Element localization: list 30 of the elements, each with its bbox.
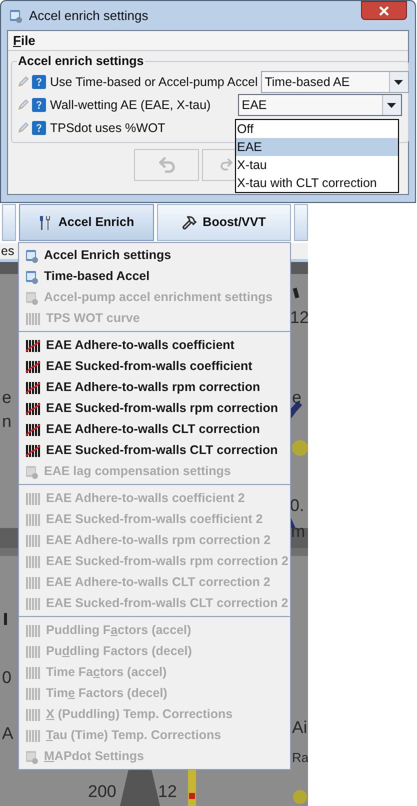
toolbar-button[interactable]: Boost/VVT <box>156 204 292 241</box>
file-menu[interactable]: File <box>13 30 36 50</box>
gauge-label: 200 <box>88 783 116 801</box>
gauge-label: e <box>292 389 302 407</box>
gauge-label: n <box>2 413 12 431</box>
menu-item[interactable]: EAE Sucked-from-walls CLT correction <box>19 440 290 461</box>
setting-label: Use Time-based or Accel-pump Accel <box>50 74 258 91</box>
gauge-label: 0 <box>2 669 12 687</box>
gauge-label: A <box>2 725 14 743</box>
gauge-label: 0. <box>290 497 304 515</box>
gauge-label: Ai <box>292 719 308 737</box>
group-title: Accel enrich settings <box>17 53 145 70</box>
dropdown-option[interactable]: EAE <box>236 138 398 156</box>
menu-item[interactable]: EAE Adhere-to-walls rpm correction <box>19 377 290 398</box>
window-title: Accel enrich settings <box>29 6 148 25</box>
tab-label[interactable]: es <box>1 242 14 260</box>
dropdown-field[interactable]: EAE <box>238 94 402 116</box>
gauge-label: 12 <box>158 783 177 801</box>
menu-item[interactable]: EAE Sucked-from-walls coefficient <box>19 356 290 377</box>
menu-item[interactable]: EAE Adhere-to-walls CLT correction <box>19 419 290 440</box>
menu-item[interactable]: EAE Sucked-from-walls rpm correction <box>19 398 290 419</box>
menu-item[interactable]: EAE Adhere-to-walls coefficient <box>19 335 290 356</box>
setting-label: Wall-wetting AE (EAE, X-tau) <box>50 96 211 114</box>
gauge-label: 12 <box>290 309 308 327</box>
setting-label: TPSdot uses %WOT <box>50 120 166 137</box>
dropdown-field[interactable]: Time-based AE <box>260 71 409 94</box>
toolbar-button[interactable]: Accel Enrich <box>18 204 154 241</box>
menu-item[interactable]: Accel Enrich settings <box>19 245 290 266</box>
menu-item[interactable]: Time-based Accel <box>19 266 290 287</box>
gauge-label: e <box>2 389 12 407</box>
